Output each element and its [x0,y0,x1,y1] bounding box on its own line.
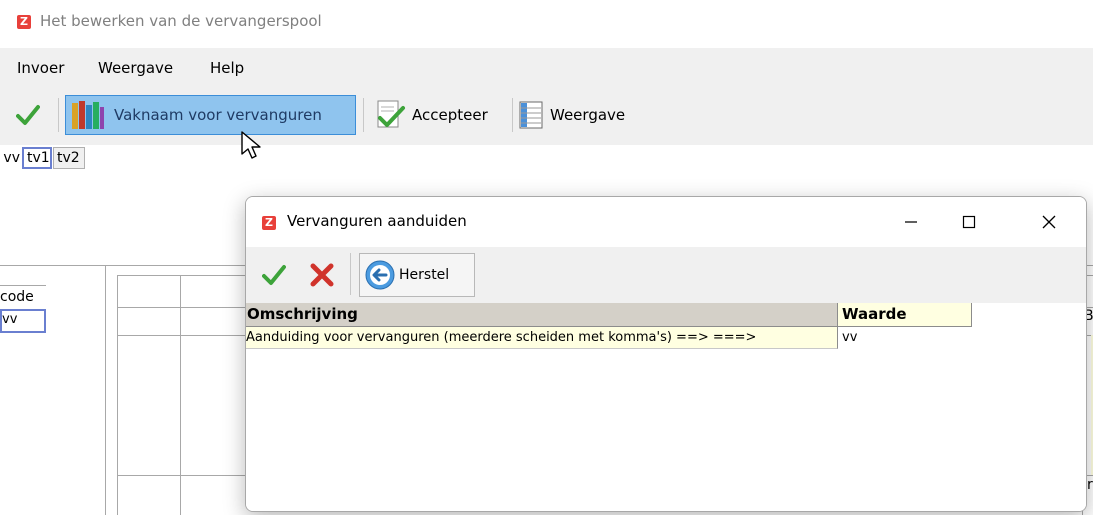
column-header-waarde: Waarde [838,303,972,327]
accepteer-button[interactable]: Accepteer [372,95,504,135]
dialog-ok-button[interactable] [256,255,292,295]
checkmark-icon [262,265,286,285]
app-logo-icon: Z [262,216,276,230]
tab-tv2[interactable]: tv2 [53,147,85,169]
dialog-title-bar: Z Vervanguren aanduiden [246,197,1086,247]
settings-grid: Omschrijving Waarde Aanduiding voor verv… [246,303,1086,511]
checkmark-icon [16,105,40,125]
clipped-cell-text: r [1087,477,1093,493]
vervanguren-dialog: Z Vervanguren aanduiden Herstel Omschrij… [245,196,1087,512]
books-icon [72,101,104,129]
window-title: Het bewerken van de vervangerspool [40,12,322,30]
weergave-label: Weergave [550,106,626,124]
tab-tv1[interactable]: tv1 [22,147,52,169]
herstel-label: Herstel [399,267,450,283]
main-toolbar: Vaknaam voor vervanguren Accepteer Weerg… [0,90,1093,145]
toolbar-separator [512,98,513,132]
title-bar: Z Het bewerken van de vervangerspool [0,0,1093,46]
minimize-icon [905,221,917,223]
toolbar-separator [350,253,351,295]
red-cross-icon [310,263,334,287]
mouse-cursor-icon [241,131,261,159]
menu-weergave[interactable]: Weergave [98,59,173,77]
minimize-button[interactable] [888,205,934,239]
close-button[interactable] [1026,205,1072,239]
dialog-toolbar: Herstel [246,247,1086,303]
close-icon [1042,215,1056,229]
app-logo-icon: Z [17,15,31,29]
toolbar-separator [58,98,59,132]
column-header-omschrijving: Omschrijving [246,303,838,327]
row-omschrijving-cell: Aanduiding voor vervanguren (meerdere sc… [246,327,838,349]
row-waarde-cell[interactable]: vv [838,327,972,349]
code-column-header: code [0,285,46,308]
confirm-button[interactable] [8,95,48,135]
toolbar-separator [363,98,364,132]
menu-invoer[interactable]: Invoer [17,59,64,77]
maximize-icon [962,215,976,229]
dialog-title: Vervanguren aanduiden [287,212,467,230]
menu-bar: Invoer Weergave Help [0,48,1093,90]
weergave-button[interactable]: Weergave [518,95,658,135]
tab-vv[interactable]: vv [0,147,20,169]
accept-document-icon [377,100,405,128]
accepteer-label: Accepteer [412,106,488,124]
vaknaam-vervanguren-button[interactable]: Vaknaam voor vervanguren [65,95,356,135]
table-view-icon [519,101,543,129]
back-arrow-icon [365,260,395,290]
menu-help[interactable]: Help [210,59,244,77]
maximize-button[interactable] [946,205,992,239]
code-cell[interactable]: vv [0,309,46,333]
herstel-button[interactable]: Herstel [359,253,475,297]
dialog-cancel-button[interactable] [304,255,340,295]
vaknaam-button-label: Vaknaam voor vervanguren [114,106,322,124]
